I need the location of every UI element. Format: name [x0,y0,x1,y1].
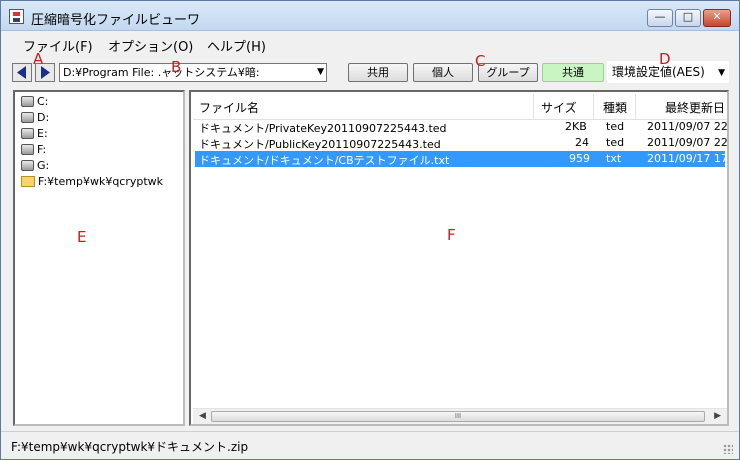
cell-size: 2KB [565,120,587,133]
scroll-thumb[interactable]: III [211,411,705,422]
column-type[interactable]: 種類 [603,99,627,116]
status-bar: F:¥temp¥wk¥qcryptwk¥ドキュメント.zip [1,431,739,459]
marker-d: D [659,50,671,68]
horizontal-scrollbar[interactable]: ◀ III ▶ [193,408,727,424]
marker-e: E [77,228,87,246]
file-list[interactable]: ファイル名 サイズ 種類 最終更新日 ドキュメント/PrivateKey2011… [189,90,729,426]
menu-help[interactable]: ヘルプ(H) [207,36,266,55]
tree-item-folder[interactable]: F:¥temp¥wk¥qcryptwk [21,175,163,191]
cell-modified: 2011/09/07 22 [647,120,728,133]
personal-button[interactable]: 個人 [413,63,473,82]
cell-modified: 2011/09/07 22 [647,136,728,149]
cell-size: 959 [569,152,590,165]
dropdown-arrow-icon: ▼ [317,67,324,77]
cell-filename: ドキュメント/ドキュメント/CBテストファイル.txt [199,154,450,167]
table-row-selected[interactable]: ドキュメント/ドキュメント/CBテストファイル.txt 959 txt 2011… [195,151,728,167]
menu-options[interactable]: オプション(O) [108,36,193,55]
drive-icon [21,144,34,155]
marker-a: A [33,50,44,68]
tree-item-g[interactable]: G: [21,159,49,175]
path-combo[interactable]: D:¥Program File: .ャットシステム¥暗: ▼ [59,63,327,82]
tree-item-d[interactable]: D: [21,111,49,127]
app-window: 圧縮暗号化ファイルビューワ — □ ✕ ファイル(F) オプション(O) ヘルプ… [0,0,740,460]
tree-item-c[interactable]: C: [21,95,48,111]
table-row[interactable]: ドキュメント/PrivateKey20110907225443.ted 2KB … [195,119,728,135]
tree-item-label: F: [37,143,47,156]
cdrom-icon [21,128,34,139]
close-button[interactable]: ✕ [703,9,731,27]
dropdown-arrow-icon: ▼ [718,68,725,78]
cell-filename: ドキュメント/PrivateKey20110907225443.ted [199,122,447,135]
cell-filename: ドキュメント/PublicKey20110907225443.ted [199,138,441,151]
column-filename[interactable]: ファイル名 [199,99,259,116]
marker-f: F [447,226,456,244]
cell-type: ted [606,120,625,133]
scroll-right-icon[interactable]: ▶ [714,411,721,421]
cdrom-icon [21,160,34,171]
cell-modified: 2011/09/17 17 [647,152,728,165]
folder-tree[interactable]: C: D: E: F: G: F:¥temp¥wk¥qcryptwk E [13,90,185,426]
cell-type: ted [606,136,625,149]
minimize-button[interactable]: — [647,9,673,27]
column-divider[interactable] [533,94,534,120]
marker-c: C [475,52,486,70]
menu-bar: ファイル(F) オプション(O) ヘルプ(H) [1,32,739,55]
tree-item-label: D: [37,111,50,124]
title-bar: 圧縮暗号化ファイルビューワ — □ ✕ [1,1,739,31]
table-row[interactable]: ドキュメント/PublicKey20110907225443.ted 24 te… [195,135,728,151]
window-title: 圧縮暗号化ファイルビューワ [31,13,201,28]
cell-size: 24 [575,136,589,149]
column-size[interactable]: サイズ [541,99,577,116]
scroll-left-icon[interactable]: ◀ [199,411,206,421]
tree-item-label: E: [37,127,48,140]
list-header: ファイル名 サイズ 種類 最終更新日 [193,94,727,120]
common-button[interactable]: 共通 [542,63,604,82]
tree-item-label: F:¥temp¥wk¥qcryptwk [38,175,164,188]
drive-icon [21,112,34,123]
folder-icon [21,176,35,187]
maximize-button[interactable]: □ [675,9,701,27]
group-button[interactable]: グループ [478,63,538,82]
status-path: F:¥temp¥wk¥qcryptwk¥ドキュメント.zip [11,440,249,454]
arrow-left-icon [17,66,26,79]
tree-item-label: C: [37,95,49,108]
resize-grip-icon[interactable] [723,444,733,454]
column-divider[interactable] [635,94,636,120]
app-icon [9,9,24,24]
drive-icon [21,96,34,107]
path-value: D:¥Program File: .ャットシステム¥暗: [63,66,260,79]
shared-button[interactable]: 共用 [348,63,408,82]
tree-item-label: G: [37,159,50,172]
tree-item-f[interactable]: F: [21,143,46,159]
column-divider[interactable] [593,94,594,120]
cell-type: txt [606,152,622,165]
tree-item-e[interactable]: E: [21,127,48,143]
marker-b: B [171,58,182,76]
back-button[interactable] [12,63,32,82]
column-modified[interactable]: 最終更新日 [665,99,725,116]
